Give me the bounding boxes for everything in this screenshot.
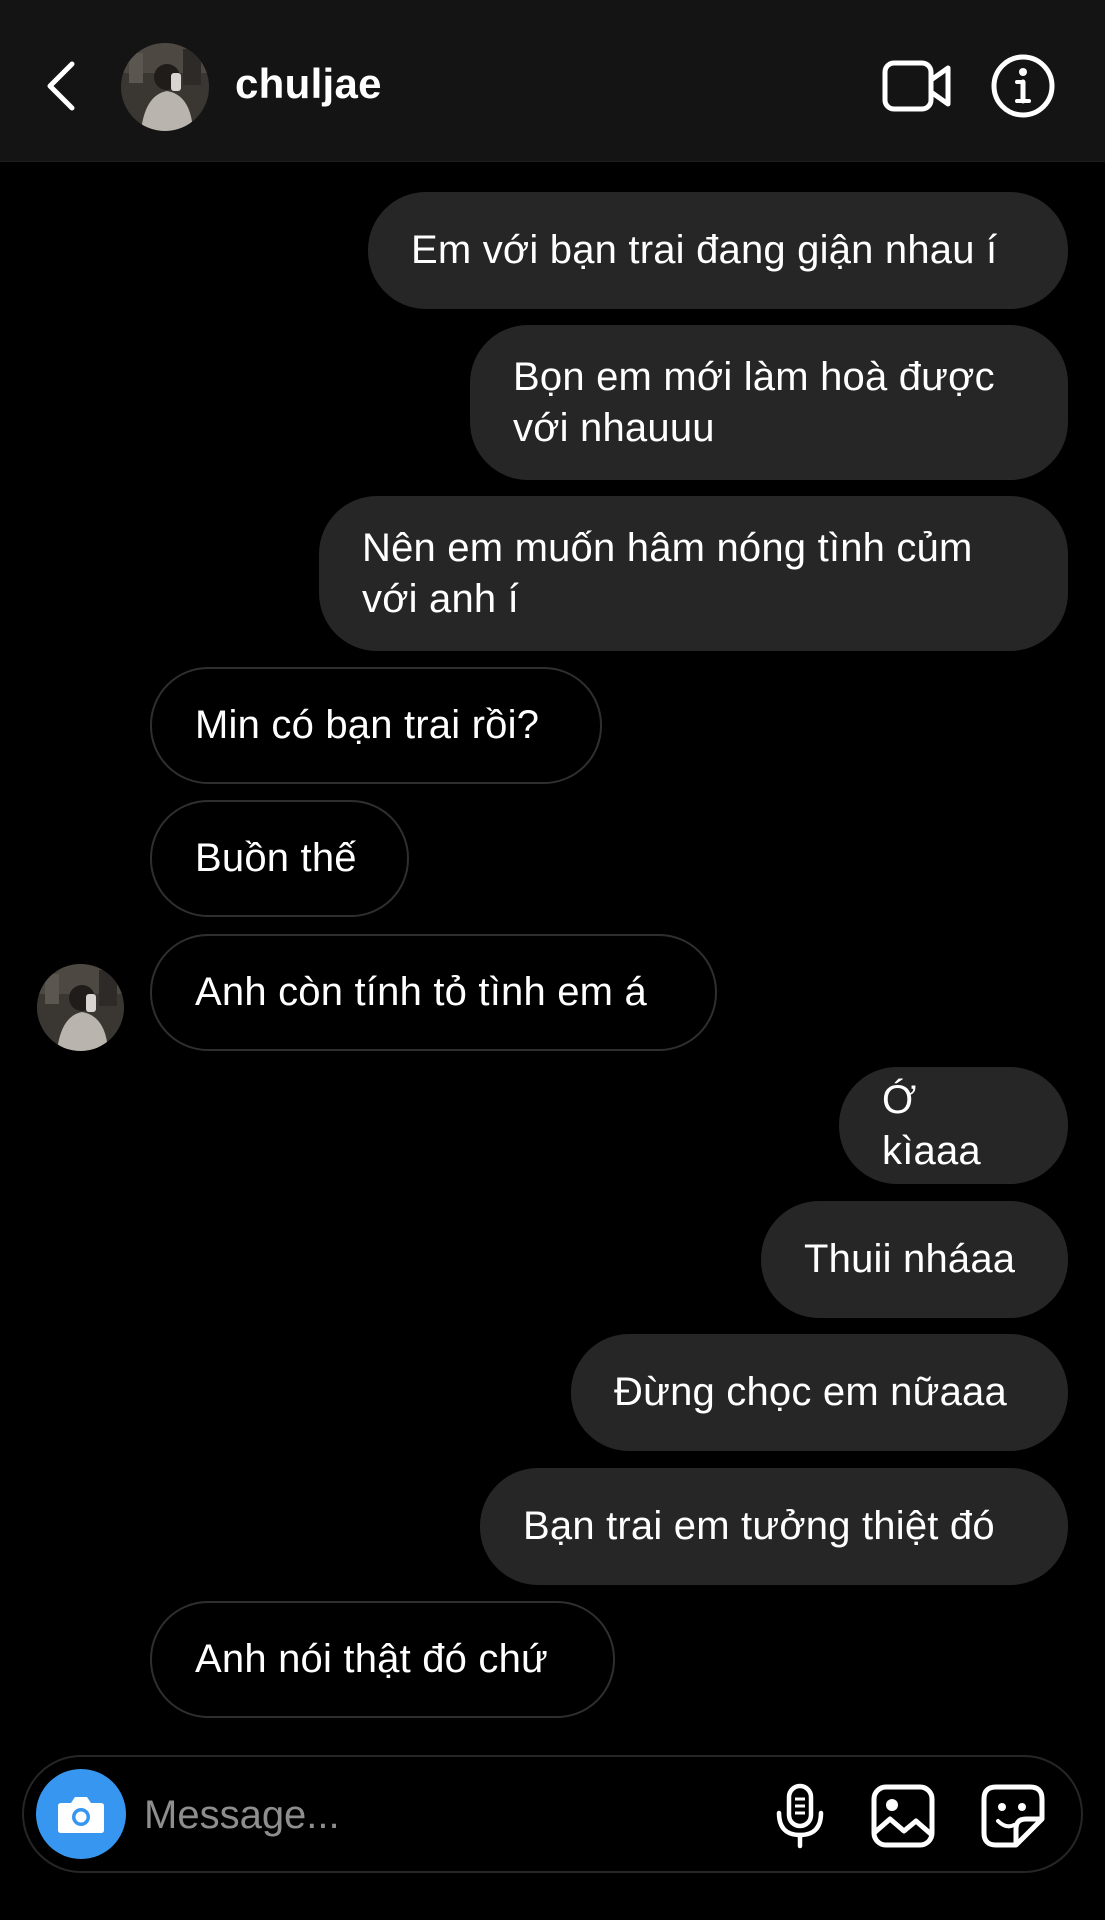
sender-avatar[interactable]	[37, 964, 124, 1051]
message-bubble[interactable]: Nên em muốn hâm nóng tình củm với anh í	[319, 496, 1068, 651]
message-text: Anh nói thật đó chứ	[195, 1637, 549, 1681]
message-bubble[interactable]: Min có bạn trai rồi?	[150, 667, 602, 784]
video-call-button[interactable]	[882, 58, 952, 114]
sticker-button[interactable]	[980, 1783, 1046, 1849]
message-text: Thuii nháaa	[804, 1237, 1016, 1281]
chat-username[interactable]: chuljae	[235, 60, 382, 108]
gallery-button[interactable]	[870, 1783, 936, 1849]
message-thread: Em với bạn trai đang giận nhau í Bọn em …	[0, 162, 1105, 1752]
message-bubble[interactable]: Bạn trai em tưởng thiệt đó	[480, 1468, 1068, 1585]
message-text: Bạn trai em tưởng thiệt đó	[523, 1504, 995, 1548]
message-text: Min có bạn trai rồi?	[195, 703, 540, 747]
back-button[interactable]	[38, 58, 82, 114]
video-camera-icon	[882, 60, 951, 112]
message-text: Buồn thế	[195, 836, 357, 880]
message-text: Đừng chọc em nữaaa	[614, 1370, 1007, 1414]
voice-message-button[interactable]	[772, 1783, 828, 1849]
message-bubble[interactable]: Đừng chọc em nữaaa	[571, 1334, 1068, 1451]
message-bubble[interactable]: Buồn thế	[150, 800, 409, 917]
message-bubble[interactable]: Bọn em mới làm hoà được với nhauuu	[470, 325, 1068, 480]
message-bubble[interactable]: Anh còn tính tỏ tình em á	[150, 934, 717, 1051]
message-text: Bọn em mới làm hoà được với nhauuu	[513, 354, 995, 450]
message-composer	[22, 1755, 1083, 1873]
sticker-icon	[981, 1784, 1045, 1848]
conversation-info-button[interactable]	[990, 53, 1056, 119]
chat-header: chuljae	[0, 0, 1105, 162]
info-icon	[991, 54, 1055, 118]
image-icon	[871, 1784, 935, 1848]
microphone-icon	[776, 1783, 824, 1849]
message-input[interactable]	[144, 1787, 644, 1843]
chevron-left-icon	[47, 61, 75, 111]
message-bubble[interactable]: Em với bạn trai đang giận nhau í	[368, 192, 1068, 309]
message-text: Anh còn tính tỏ tình em á	[195, 970, 647, 1014]
camera-button[interactable]	[36, 1769, 126, 1859]
message-text: Ớ kìaaa	[882, 1077, 981, 1173]
message-text: Em với bạn trai đang giận nhau í	[411, 228, 998, 272]
camera-icon	[58, 1797, 104, 1833]
message-bubble[interactable]: Anh nói thật đó chứ	[150, 1601, 615, 1718]
avatar[interactable]	[121, 43, 209, 131]
message-bubble[interactable]: Ớ kìaaa	[839, 1067, 1068, 1184]
message-text: Nên em muốn hâm nóng tình củm với anh í	[362, 525, 973, 621]
message-bubble[interactable]: Thuii nháaa	[761, 1201, 1068, 1318]
